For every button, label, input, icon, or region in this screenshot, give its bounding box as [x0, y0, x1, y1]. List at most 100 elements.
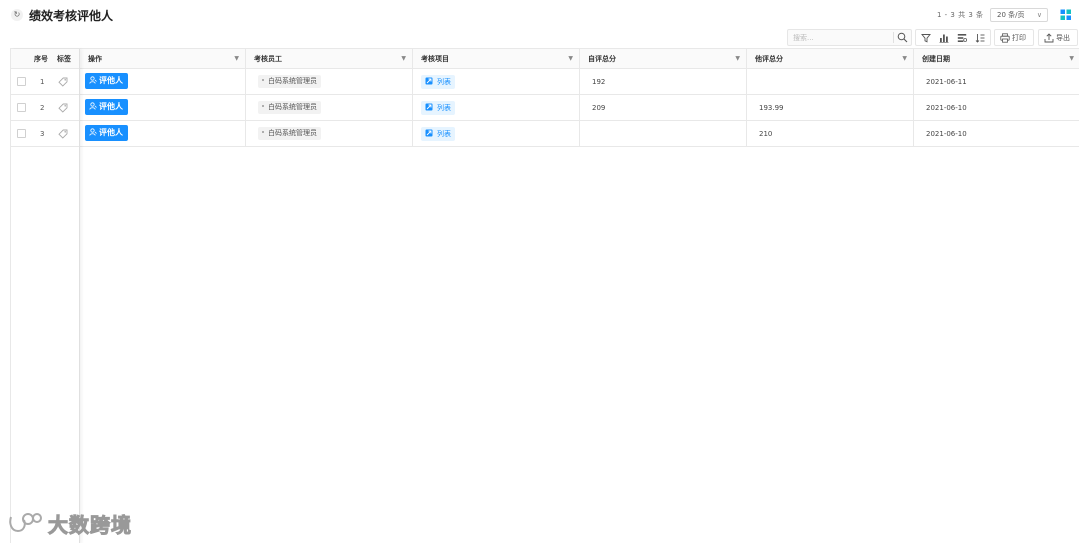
- search-box: [787, 29, 912, 46]
- employee-name: 白码系统管理员: [268, 103, 317, 111]
- watermark: 大数跨境: [8, 509, 132, 537]
- user-icon: [89, 102, 97, 110]
- cell-self-total: 209: [580, 95, 747, 121]
- evaluate-button-label: 评他人: [99, 102, 123, 111]
- tag-icon[interactable]: [58, 103, 68, 113]
- header-project-label: 考核项目: [421, 55, 449, 63]
- employee-chip: 白码系统管理员: [258, 101, 321, 114]
- cell-project: 列表: [413, 69, 580, 95]
- cell-employee: 白码系统管理员: [246, 95, 413, 121]
- cell-other-total: [747, 69, 914, 95]
- search-icon[interactable]: [897, 32, 908, 43]
- project-link[interactable]: 列表: [421, 127, 455, 141]
- search-divider: [893, 32, 894, 43]
- employee-chip: 白码系统管理员: [258, 75, 321, 88]
- header-seq: 序号: [34, 55, 48, 63]
- header-project[interactable]: 考核项目 ▼: [413, 49, 580, 69]
- user-icon: [89, 76, 97, 84]
- watermark-logo-icon: [9, 513, 42, 533]
- project-name: 列表: [437, 78, 451, 86]
- cell-self-total: [580, 121, 747, 147]
- table-header: 操作 ▼ 考核员工 ▼ 考核项目 ▼ 自评总分 ▼ 他评总分 ▼ 创建日期 ▼: [80, 49, 1079, 69]
- watermark-text: 大数跨境: [48, 512, 132, 537]
- project-name: 列表: [437, 130, 451, 138]
- header-action-label: 操作: [88, 55, 102, 63]
- header-tag: 标签: [57, 55, 71, 63]
- employee-name: 白码系统管理员: [268, 77, 317, 85]
- print-button[interactable]: 打印: [994, 29, 1034, 46]
- export-icon: [1044, 33, 1054, 43]
- caret-down-icon[interactable]: ▼: [902, 49, 907, 69]
- row-checkbox[interactable]: [17, 77, 26, 86]
- row-checkbox[interactable]: [17, 103, 26, 112]
- evaluate-button[interactable]: 评他人: [85, 73, 128, 89]
- table-row[interactable]: 评他人 白码系统管理员 列表 210 2021-06-10: [80, 121, 1079, 147]
- view-tools: [915, 29, 991, 46]
- header-created-label: 创建日期: [922, 55, 950, 63]
- cell-created: 2021-06-10: [926, 104, 967, 112]
- export-button[interactable]: 导出: [1038, 29, 1078, 46]
- filter-icon[interactable]: [921, 33, 931, 43]
- project-name: 列表: [437, 104, 451, 112]
- pager-summary: 1 - 3 共 3 条: [937, 11, 984, 19]
- tag-icon[interactable]: [58, 77, 68, 87]
- evaluate-button[interactable]: 评他人: [85, 125, 128, 141]
- cell-employee: 白码系统管理员: [246, 121, 413, 147]
- page-title: 绩效考核评他人: [29, 9, 114, 23]
- export-label: 导出: [1056, 34, 1070, 42]
- caret-down-icon[interactable]: ▼: [1069, 49, 1074, 69]
- cell-action: 评他人: [80, 95, 246, 121]
- page-header: ↻ 绩效考核评他人 1 - 3 共 3 条 20 条/页 ∨: [0, 0, 1079, 28]
- header-other-total-label: 他评总分: [755, 55, 783, 63]
- evaluate-button-label: 评他人: [99, 76, 123, 85]
- row-checkbox[interactable]: [17, 129, 26, 138]
- user-icon: [89, 128, 97, 136]
- list-icon: [425, 77, 433, 85]
- print-label: 打印: [1012, 34, 1026, 42]
- bar-chart-icon[interactable]: [939, 33, 949, 43]
- header-action[interactable]: 操作 ▼: [80, 49, 246, 69]
- cell-action: 评他人: [80, 69, 246, 95]
- refresh-icon[interactable]: ↻: [11, 9, 23, 21]
- header-created[interactable]: 创建日期 ▼: [914, 49, 1079, 69]
- project-link[interactable]: 列表: [421, 75, 455, 89]
- fixed-row: 1: [11, 69, 79, 95]
- search-input[interactable]: [788, 30, 892, 45]
- page-size-select[interactable]: 20 条/页 ∨: [990, 8, 1048, 22]
- list-icon: [425, 129, 433, 137]
- print-icon: [1000, 33, 1010, 43]
- caret-down-icon[interactable]: ▼: [234, 49, 239, 69]
- evaluate-button-label: 评他人: [99, 128, 123, 137]
- fixed-header: 序号 标签: [11, 49, 79, 69]
- cell-project: 列表: [413, 95, 580, 121]
- header-employee[interactable]: 考核员工 ▼: [246, 49, 413, 69]
- group-icon[interactable]: [957, 33, 967, 43]
- caret-down-icon[interactable]: ▼: [735, 49, 740, 69]
- header-employee-label: 考核员工: [254, 55, 282, 63]
- page-size-value: 20 条/页: [997, 11, 1025, 19]
- data-table: 操作 ▼ 考核员工 ▼ 考核项目 ▼ 自评总分 ▼ 他评总分 ▼ 创建日期 ▼ …: [10, 48, 1079, 543]
- sort-icon[interactable]: [975, 33, 985, 43]
- header-other-total[interactable]: 他评总分 ▼: [747, 49, 914, 69]
- caret-down-icon[interactable]: ▼: [401, 49, 406, 69]
- cell-self-total: 192: [580, 69, 747, 95]
- project-link[interactable]: 列表: [421, 101, 455, 115]
- row-seq: 1: [40, 78, 45, 86]
- cell-action: 评他人: [80, 121, 246, 147]
- list-icon: [425, 103, 433, 111]
- employee-name: 白码系统管理员: [268, 129, 317, 137]
- layout-grid-icon[interactable]: [1060, 9, 1072, 21]
- evaluate-button[interactable]: 评他人: [85, 99, 128, 115]
- row-seq: 3: [40, 130, 45, 138]
- tag-icon[interactable]: [58, 129, 68, 139]
- row-seq: 2: [40, 104, 45, 112]
- caret-down-icon[interactable]: ▼: [568, 49, 573, 69]
- header-self-total[interactable]: 自评总分 ▼: [580, 49, 747, 69]
- table-row[interactable]: 评他人 白码系统管理员 列表 209 193.99 2021-06-10: [80, 95, 1079, 121]
- cell-created: 2021-06-11: [926, 78, 967, 86]
- cell-other-total: 210: [747, 121, 914, 147]
- fixed-row: 3: [11, 121, 79, 147]
- cell-project: 列表: [413, 121, 580, 147]
- cell-employee: 白码系统管理员: [246, 69, 413, 95]
- table-row[interactable]: 评他人 白码系统管理员 列表 192 2021-06-11: [80, 69, 1079, 95]
